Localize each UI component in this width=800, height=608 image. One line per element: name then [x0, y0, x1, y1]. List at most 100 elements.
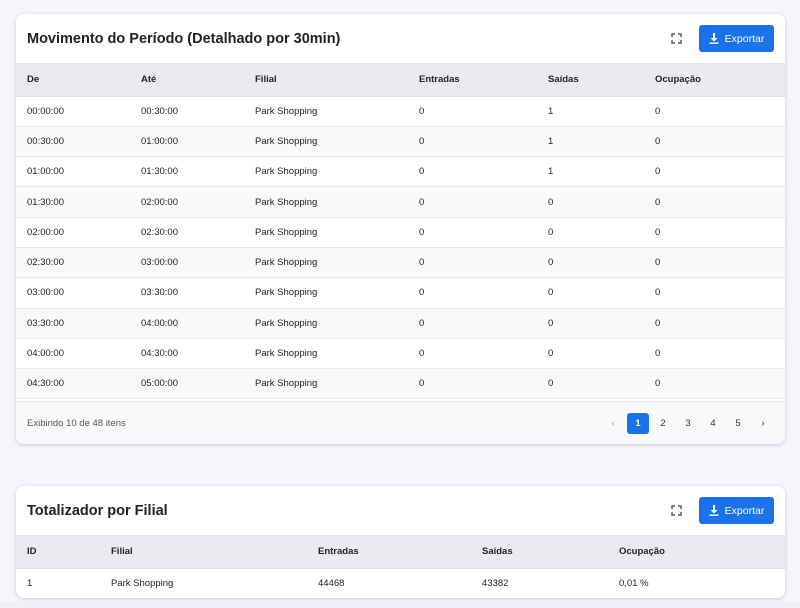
table-cell: 0: [408, 186, 537, 218]
table-row: 02:30:00 03:00:00 Park Shopping 0 0 0: [16, 247, 785, 279]
table-row: 03:30:00 04:00:00 Park Shopping 0 0 0: [16, 308, 785, 339]
expand-button[interactable]: [665, 28, 687, 50]
table-cell: 0: [537, 247, 644, 279]
table-header-row: ID Filial Entradas Saídas Ocupação: [16, 536, 785, 569]
column-header-id[interactable]: ID: [16, 536, 100, 569]
table-cell: 1: [537, 156, 644, 188]
table-cell: 01:30:00: [16, 186, 130, 218]
table-cell: 00:30:00: [130, 96, 244, 127]
table-row: 03:00:00 03:30:00 Park Shopping 0 0 0: [16, 277, 785, 309]
table-cell: Park Shopping: [244, 308, 408, 339]
next-page-button[interactable]: ›: [752, 413, 774, 434]
table-cell: Park Shopping: [244, 247, 408, 279]
table-cell: 1: [16, 568, 100, 598]
page-button-1[interactable]: 1: [627, 412, 649, 434]
table-row: 00:30:00 01:00:00 Park Shopping 0 1 0: [16, 126, 785, 158]
table-row: 01:30:00 02:00:00 Park Shopping 0 0 0: [16, 186, 785, 218]
table-cell: 0: [537, 186, 644, 218]
table-cell: 0: [537, 338, 644, 370]
table-cell: Park Shopping: [244, 338, 408, 370]
table-cell: 02:00:00: [16, 217, 130, 248]
download-icon: [709, 33, 719, 44]
table-cell: 0: [408, 338, 537, 370]
download-icon: [709, 505, 719, 516]
table-cell: 00:00:00: [16, 96, 130, 127]
table-cell: 0: [644, 247, 785, 279]
table-cell: 01:00:00: [130, 126, 244, 158]
column-header-ate[interactable]: Até: [130, 64, 244, 97]
table-row: 02:00:00 02:30:00 Park Shopping 0 0 0: [16, 217, 785, 248]
table-cell: 0: [644, 277, 785, 309]
table-cell: 0: [408, 156, 537, 188]
table-cell: 1: [537, 126, 644, 158]
table-cell: 03:00:00: [16, 277, 130, 309]
expand-icon: [670, 505, 682, 516]
table-cell: 02:30:00: [16, 247, 130, 279]
table-cell: 02:30:00: [130, 217, 244, 248]
export-label: Exportar: [724, 32, 765, 45]
table-cell: Park Shopping: [244, 126, 408, 158]
column-header-de[interactable]: De: [16, 64, 130, 97]
table-cell: 0: [537, 277, 644, 309]
table-cell: 01:00:00: [16, 156, 130, 188]
table-cell: 0: [537, 217, 644, 248]
table-cell: 03:30:00: [130, 277, 244, 309]
expand-button[interactable]: [665, 500, 687, 522]
table-cell: 0: [408, 308, 537, 339]
table-cell: 0: [644, 96, 785, 127]
table-cell: 0,01 %: [608, 568, 785, 598]
table-cell: Park Shopping: [244, 96, 408, 127]
table-cell: 0: [537, 368, 644, 400]
table-row: 1 Park Shopping 44468 43382 0,01 %: [16, 568, 785, 598]
table-cell: 0: [644, 338, 785, 370]
table-cell: 03:00:00: [130, 247, 244, 279]
table-cell: 03:30:00: [16, 308, 130, 339]
column-header-ocupacao[interactable]: Ocupação: [644, 64, 785, 97]
export-button[interactable]: Exportar: [699, 497, 774, 524]
table-cell: Park Shopping: [244, 156, 408, 188]
table-cell: 0: [408, 217, 537, 248]
period-movement-card: Movimento do Período (Detalhado por 30mi…: [16, 14, 785, 444]
expand-icon: [670, 33, 682, 44]
card-header: Totalizador por Filial Exportar: [16, 486, 785, 536]
table-cell: Park Shopping: [244, 368, 408, 400]
card-title: Movimento do Período (Detalhado por 30mi…: [27, 30, 341, 47]
card-title: Totalizador por Filial: [27, 502, 168, 519]
table-row: 01:00:00 01:30:00 Park Shopping 0 1 0: [16, 156, 785, 188]
table-cell: Park Shopping: [244, 217, 408, 248]
table-cell: 02:00:00: [130, 186, 244, 218]
page-button-3[interactable]: 3: [677, 413, 699, 434]
page-button-4[interactable]: 4: [702, 413, 724, 434]
column-header-filial[interactable]: Filial: [100, 536, 307, 569]
branch-totals-card: Totalizador por Filial Exportar ID Filia…: [16, 486, 785, 598]
table-cell: 0: [644, 368, 785, 400]
table-cell: 0: [644, 126, 785, 158]
header-actions: Exportar: [665, 25, 774, 52]
page-button-5[interactable]: 5: [727, 413, 749, 434]
page-bottom-strip: [0, 602, 800, 608]
column-header-saidas[interactable]: Saídas: [537, 64, 644, 97]
card-header: Movimento do Período (Detalhado por 30mi…: [16, 14, 785, 64]
table-footer: Exibindo 10 de 48 itens ‹ 1 2 3 4 5 ›: [16, 401, 785, 444]
table-cell: 04:00:00: [16, 338, 130, 370]
table-cell: 04:00:00: [130, 308, 244, 339]
table-cell: 05:00:00: [130, 368, 244, 400]
page-button-2[interactable]: 2: [652, 413, 674, 434]
prev-page-button[interactable]: ‹: [602, 413, 624, 434]
export-button[interactable]: Exportar: [699, 25, 774, 52]
table-row: 04:30:00 05:00:00 Park Shopping 0 0 0: [16, 368, 785, 400]
column-header-entradas[interactable]: Entradas: [408, 64, 537, 97]
items-count: Exibindo 10 de 48 itens: [27, 417, 126, 429]
table-cell: 01:30:00: [130, 156, 244, 188]
pagination: ‹ 1 2 3 4 5 ›: [602, 412, 774, 434]
column-header-ocupacao[interactable]: Ocupação: [608, 536, 785, 569]
header-actions: Exportar: [665, 497, 774, 524]
column-header-entradas[interactable]: Entradas: [307, 536, 471, 569]
table-cell: 0: [537, 308, 644, 339]
table-cell: 0: [408, 368, 537, 400]
table-cell: 44468: [307, 568, 471, 598]
column-header-filial[interactable]: Filial: [244, 64, 408, 97]
table-cell: Park Shopping: [244, 277, 408, 309]
column-header-saidas[interactable]: Saídas: [471, 536, 608, 569]
table-header-row: De Até Filial Entradas Saídas Ocupação: [16, 64, 785, 97]
